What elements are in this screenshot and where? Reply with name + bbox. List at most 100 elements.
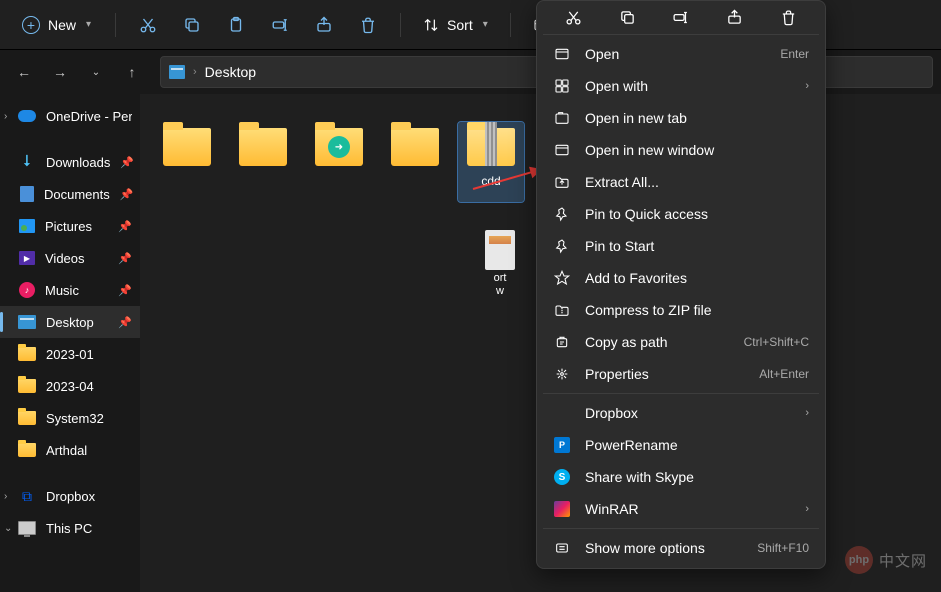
menu-item-pin-quick-access[interactable]: Pin to Quick access [541, 198, 821, 230]
recent-button[interactable]: ⌄ [80, 56, 112, 88]
cm-copy-button[interactable] [609, 7, 645, 27]
sidebar-item-onedrive[interactable]: › OneDrive - Persona [0, 100, 140, 132]
sidebar: › OneDrive - Persona ⭣ Downloads 📌 Docum… [0, 94, 140, 592]
properties-icon [553, 365, 571, 383]
menu-item-compress[interactable]: Compress to ZIP file [541, 294, 821, 326]
share-button[interactable] [304, 7, 344, 43]
sidebar-item-folder[interactable]: System32 [0, 402, 140, 434]
folder-item[interactable] [382, 122, 448, 202]
new-tab-icon [553, 109, 571, 127]
sidebar-label: Dropbox [46, 489, 95, 504]
document-item[interactable]: ortw [485, 226, 515, 298]
sidebar-spacer [0, 132, 140, 146]
up-button[interactable]: ↑ [116, 56, 148, 88]
menu-label: Open in new tab [585, 110, 687, 126]
toolbar-divider [400, 13, 401, 37]
pin-icon: 📌 [118, 316, 132, 329]
menu-label: Copy as path [585, 334, 668, 350]
sidebar-item-downloads[interactable]: ⭣ Downloads 📌 [0, 146, 140, 178]
menu-shortcut: Ctrl+Shift+C [744, 335, 809, 349]
menu-divider [543, 34, 819, 35]
rename-button[interactable] [260, 7, 300, 43]
menu-item-open-new-window[interactable]: Open in new window [541, 134, 821, 166]
menu-label: Pin to Start [585, 238, 654, 254]
menu-item-powerrename[interactable]: P PowerRename [541, 429, 821, 461]
sort-button[interactable]: Sort ▾ [413, 11, 498, 39]
sidebar-item-thispc[interactable]: ⌄ This PC [0, 512, 140, 544]
folder-icon [18, 347, 36, 361]
cm-rename-button[interactable] [663, 7, 699, 27]
sidebar-item-documents[interactable]: Documents 📌 [0, 178, 140, 210]
menu-item-winrar[interactable]: WinRAR › [541, 493, 821, 525]
chevron-down-icon: ▾ [483, 19, 488, 30]
cm-delete-button[interactable] [770, 7, 806, 27]
paste-button[interactable] [216, 7, 256, 43]
folder-item[interactable] [154, 122, 220, 202]
sidebar-label: 2023-01 [46, 347, 94, 362]
zip-icon [553, 301, 571, 319]
zip-file-item[interactable]: cdd [458, 122, 524, 202]
more-icon [553, 539, 571, 557]
menu-item-open-new-tab[interactable]: Open in new tab [541, 102, 821, 134]
folder-icon [163, 128, 211, 166]
breadcrumb-location: Desktop [205, 64, 256, 80]
menu-label: PowerRename [585, 437, 678, 453]
copy-button[interactable] [172, 7, 212, 43]
sort-label: Sort [447, 17, 473, 33]
pc-icon [18, 521, 36, 535]
menu-item-show-more[interactable]: Show more options Shift+F10 [541, 532, 821, 564]
cm-cut-button[interactable] [556, 7, 592, 27]
sidebar-label: 2023-04 [46, 379, 94, 394]
menu-item-open[interactable]: Open Enter [541, 38, 821, 70]
sidebar-item-pictures[interactable]: Pictures 📌 [0, 210, 140, 242]
menu-item-open-with[interactable]: Open with › [541, 70, 821, 102]
sidebar-label: OneDrive - Persona [46, 109, 132, 124]
cut-button[interactable] [128, 7, 168, 43]
context-menu: Open Enter Open with › Open in new tab O… [536, 0, 826, 569]
folder-icon [239, 128, 287, 166]
menu-label: Extract All... [585, 174, 659, 190]
sidebar-item-videos[interactable]: ▶ Videos 📌 [0, 242, 140, 274]
menu-item-skype[interactable]: S Share with Skype [541, 461, 821, 493]
menu-item-copy-path[interactable]: Copy as path Ctrl+Shift+C [541, 326, 821, 358]
sidebar-item-dropbox[interactable]: › ⧉ Dropbox [0, 480, 140, 512]
forward-button[interactable]: → [44, 56, 76, 88]
folder-icon [18, 379, 36, 393]
chevron-down-icon: ⌄ [4, 523, 12, 534]
menu-label: Open with [585, 78, 648, 94]
menu-shortcut: Shift+F10 [757, 541, 809, 555]
file-label: ortw [494, 272, 507, 298]
file-label: cdd [481, 174, 500, 188]
folder-item[interactable] [230, 122, 296, 202]
sidebar-label: System32 [46, 411, 104, 426]
sidebar-item-folder[interactable]: 2023-01 [0, 338, 140, 370]
context-menu-toolbar [541, 5, 821, 31]
winrar-icon [553, 500, 571, 518]
powerrename-icon: P [553, 436, 571, 454]
sidebar-item-desktop[interactable]: Desktop 📌 [0, 306, 140, 338]
menu-item-properties[interactable]: Properties Alt+Enter [541, 358, 821, 390]
folder-item[interactable] [306, 122, 372, 202]
extract-icon [553, 173, 571, 191]
sidebar-item-folder[interactable]: Arthdal [0, 434, 140, 466]
menu-item-extract-all[interactable]: Extract All... [541, 166, 821, 198]
menu-item-pin-start[interactable]: Pin to Start [541, 230, 821, 262]
menu-item-favorites[interactable]: Add to Favorites [541, 262, 821, 294]
new-button[interactable]: + New ▾ [10, 10, 103, 40]
sidebar-label: Videos [45, 251, 85, 266]
sidebar-item-folder[interactable]: 2023-04 [0, 370, 140, 402]
cm-share-button[interactable] [717, 7, 753, 27]
zip-icon [467, 128, 515, 166]
sidebar-item-music[interactable]: ♪ Music 📌 [0, 274, 140, 306]
toolbar-divider [115, 13, 116, 37]
back-button[interactable]: ← [8, 56, 40, 88]
menu-item-dropbox[interactable]: Dropbox › [541, 397, 821, 429]
sidebar-label: Music [45, 283, 79, 298]
menu-label: Open [585, 46, 619, 62]
menu-label: WinRAR [585, 501, 639, 517]
pin-icon: 📌 [120, 188, 134, 201]
delete-button[interactable] [348, 7, 388, 43]
new-window-icon [553, 141, 571, 159]
chevron-right-icon: › [805, 407, 809, 419]
copy-path-icon [553, 333, 571, 351]
